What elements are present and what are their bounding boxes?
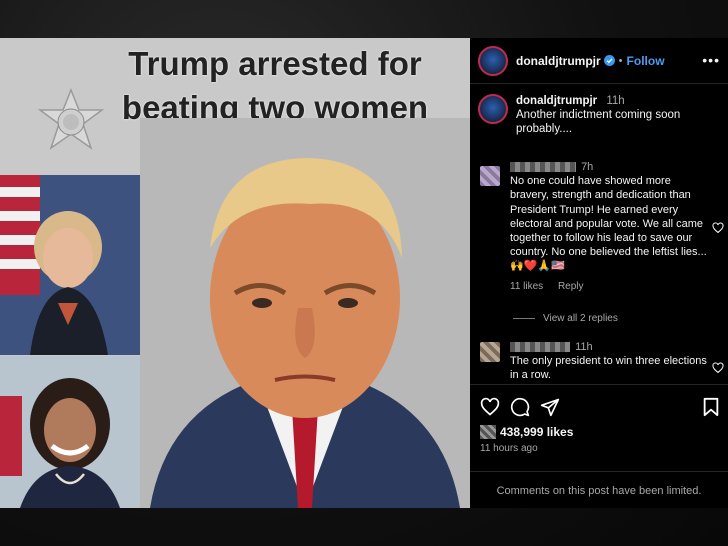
headline-line-1: Trump arrested for bbox=[128, 45, 422, 82]
hillary-photo bbox=[0, 175, 140, 355]
header-separator: • bbox=[618, 54, 623, 67]
comment-time: 7h bbox=[581, 161, 594, 173]
replies-divider-line bbox=[513, 318, 535, 319]
caption-avatar[interactable] bbox=[478, 94, 508, 124]
caption-text: Another indictment coming soon probably.… bbox=[516, 109, 681, 135]
comment-time: 11h bbox=[575, 341, 593, 353]
like-heart-icon[interactable] bbox=[480, 397, 500, 417]
caption-username[interactable]: donaldjtrumpjr bbox=[516, 95, 597, 107]
comment-like-heart-icon[interactable] bbox=[712, 222, 724, 234]
header-username[interactable]: donaldjtrumpjr bbox=[516, 54, 601, 68]
comment-item: 11h The only president to win three elec… bbox=[480, 340, 715, 383]
view-replies-label: View all 2 replies bbox=[543, 313, 618, 324]
likes-count[interactable]: 438,999 likes bbox=[480, 425, 573, 439]
mugshot-photo bbox=[140, 118, 470, 508]
kamala-photo bbox=[0, 356, 140, 508]
comment-bubble-icon[interactable] bbox=[510, 397, 530, 417]
likes-label: 438,999 likes bbox=[500, 425, 574, 439]
comment-avatar-blurred[interactable] bbox=[480, 166, 500, 186]
comment-text: No one could have showed more bravery, s… bbox=[510, 175, 707, 273]
comment-like-heart-icon[interactable] bbox=[712, 362, 724, 374]
post-sidebar: donaldjtrumpjr • Follow ••• donaldjtrump… bbox=[470, 38, 728, 508]
caption-time: 11h bbox=[606, 95, 625, 107]
post-actions: 438,999 likes 11 hours ago Comments on t… bbox=[470, 384, 728, 509]
comment-item: 7h No one could have showed more bravery… bbox=[480, 160, 715, 294]
follow-button[interactable]: Follow bbox=[627, 54, 665, 68]
post-image[interactable]: Trump arrested for beating two women bbox=[0, 38, 470, 508]
verified-badge-icon bbox=[603, 55, 615, 66]
reply-button[interactable]: Reply bbox=[558, 281, 584, 292]
comment-likes[interactable]: 11 likes bbox=[510, 281, 543, 292]
view-replies-link[interactable]: View all 2 replies bbox=[513, 313, 618, 324]
blurred-avatar bbox=[480, 425, 496, 439]
blurred-username bbox=[510, 342, 570, 353]
comment-text: The only president to win three election… bbox=[510, 355, 707, 382]
image-headline: Trump arrested for beating two women bbox=[95, 42, 455, 130]
post-caption: donaldjtrumpjr 11h Another indictment co… bbox=[478, 94, 718, 136]
action-icons bbox=[480, 397, 560, 417]
post-header: donaldjtrumpjr • Follow ••• bbox=[470, 38, 728, 84]
avatar[interactable] bbox=[478, 45, 508, 76]
comments-limited-notice: Comments on this post have been limited. bbox=[470, 471, 728, 497]
instagram-post: Trump arrested for beating two women don… bbox=[0, 38, 728, 508]
bookmark-icon[interactable] bbox=[702, 397, 720, 417]
share-send-icon[interactable] bbox=[540, 397, 560, 417]
comment-avatar-blurred[interactable] bbox=[480, 342, 500, 362]
blurred-username bbox=[510, 162, 576, 173]
sheriff-seal-image bbox=[37, 88, 105, 150]
more-options-icon[interactable]: ••• bbox=[702, 52, 720, 68]
post-timestamp: 11 hours ago bbox=[480, 443, 538, 454]
